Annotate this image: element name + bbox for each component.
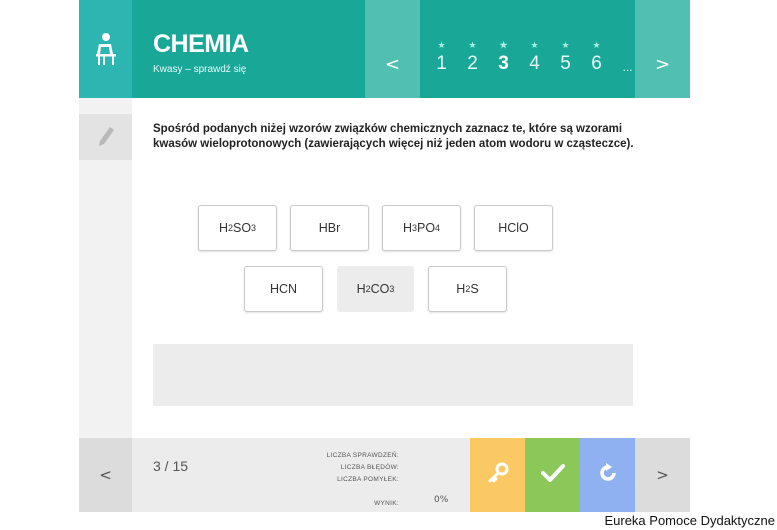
key-icon	[487, 462, 509, 488]
option-hcn[interactable]: HCN	[244, 266, 323, 312]
footer: < 3 / 15 LICZBA SPRAWDZEŃ: LICZBA BŁĘDÓW…	[79, 438, 690, 512]
publisher-credit: Eureka Pomoce Dydaktyczne	[604, 513, 775, 528]
question-text: Spośród podanych niżej wzorów związków c…	[153, 123, 634, 150]
checkmark-icon	[540, 463, 565, 487]
stats-panel: LICZBA SPRAWDZEŃ: LICZBA BŁĘDÓW: LICZBA …	[279, 450, 399, 510]
option-hbr[interactable]: HBr	[290, 205, 369, 251]
prev-task-button[interactable]: <	[79, 438, 132, 512]
hint-button[interactable]	[470, 438, 525, 512]
header: CHEMIA Kwasy – sprawdź się < ★ 1 ★ 2 ★ 3 ★ 4…	[79, 0, 690, 98]
student-at-desk-icon	[79, 0, 132, 98]
option-h3po4[interactable]: H 3 PO 4	[382, 205, 461, 251]
check-button[interactable]	[525, 438, 580, 512]
page-4[interactable]: ★ 4	[519, 40, 550, 80]
page-2[interactable]: ★ 2	[457, 40, 488, 80]
option-h2s[interactable]: H2S	[428, 266, 507, 312]
option-h2co3[interactable]: H 2 CO 3	[337, 266, 414, 312]
errors-count-label: LICZBA BŁĘDÓW:	[340, 464, 399, 471]
page-6[interactable]: ★ 6	[581, 40, 612, 80]
next-task-button[interactable]: >	[635, 438, 690, 512]
reset-button[interactable]	[580, 438, 635, 512]
page-3-current[interactable]: ★ 3	[488, 40, 519, 80]
page-navigation: ★ 1 ★ 2 ★ 3 ★ 4 ★ 5 ★ 6 ...	[426, 40, 643, 80]
refresh-icon	[597, 462, 619, 488]
next-page-button[interactable]: >	[635, 0, 690, 98]
app-subtitle: Kwasy – sprawdź się	[153, 64, 247, 75]
page-1[interactable]: ★ 1	[426, 40, 457, 80]
pencil-icon[interactable]	[79, 114, 132, 160]
option-h2so3[interactable]: H 2 SO 3	[198, 205, 277, 251]
result-label: WYNIK:	[374, 500, 399, 507]
answer-area[interactable]	[153, 344, 633, 406]
option-hclo[interactable]: HClO	[474, 205, 553, 251]
score-value: 0%	[434, 495, 449, 505]
checks-count-label: LICZBA SPRAWDZEŃ:	[326, 452, 399, 459]
prev-page-button[interactable]: <	[365, 0, 420, 98]
app-title: CHEMIA	[153, 30, 249, 58]
page-5[interactable]: ★ 5	[550, 40, 581, 80]
mistakes-count-label: LICZBA POMYŁEK:	[337, 476, 399, 483]
task-counter: 3 / 15	[153, 458, 189, 474]
